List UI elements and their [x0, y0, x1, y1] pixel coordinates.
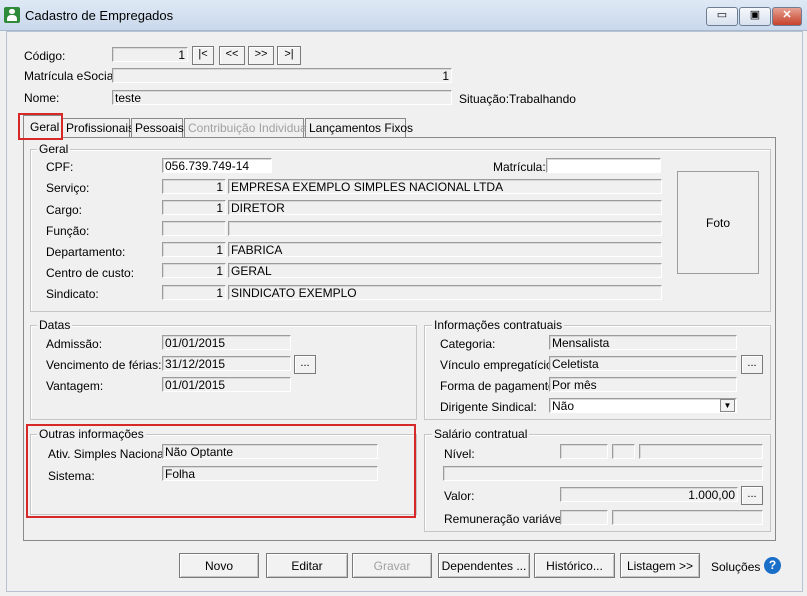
valor-label: Valor: — [444, 489, 475, 503]
servico-code-field[interactable]: 1 — [162, 179, 226, 194]
listagem-button[interactable]: Listagem >> — [620, 553, 700, 578]
matricula-label: Matrícula: — [493, 160, 546, 174]
cpf-label: CPF: — [46, 160, 74, 174]
maximize-icon: ▣ — [749, 9, 761, 21]
vencimento-ferias-ellipsis-button[interactable]: ... — [294, 355, 316, 374]
funcao-code-field[interactable] — [162, 221, 226, 236]
valor-field[interactable]: 1.000,00 — [560, 487, 738, 502]
departamento-code-field[interactable]: 1 — [162, 242, 226, 257]
vencimento-ferias-field[interactable]: 31/12/2015 — [162, 356, 291, 371]
vantagem-label: Vantagem: — [46, 379, 104, 393]
vinculo-label: Vínculo empregatício: — [440, 358, 557, 372]
servico-label: Serviço: — [46, 181, 90, 195]
foto-box[interactable]: Foto — [677, 171, 759, 274]
centro-custo-name-field[interactable]: GERAL — [228, 263, 662, 278]
foto-label: Foto — [705, 215, 730, 230]
forma-pagamento-field[interactable]: Por mês — [549, 377, 737, 392]
solucoes-link[interactable]: Soluções — [711, 560, 760, 574]
minimize-icon: ▭ — [716, 9, 728, 21]
sindicato-name-field[interactable]: SINDICATO EXEMPLO — [228, 285, 662, 300]
nivel-field-2[interactable] — [612, 444, 635, 459]
window-title: Cadastro de Empregados — [25, 8, 174, 23]
cargo-label: Cargo: — [46, 203, 83, 217]
close-icon: ✕ — [782, 9, 792, 21]
cpf-field[interactable]: 056.739.749-14 — [162, 158, 272, 173]
matricula-esocial-field[interactable]: 1 — [112, 68, 452, 83]
admissao-label: Admissão: — [46, 337, 103, 351]
servico-name-field[interactable]: EMPRESA EXEMPLO SIMPLES NACIONAL LTDA — [228, 179, 662, 194]
centro-custo-code-field[interactable]: 1 — [162, 263, 226, 278]
codigo-label: Código: — [24, 49, 66, 63]
nivel-label: Nível: — [444, 447, 475, 461]
highlight-geral-tab — [18, 113, 63, 140]
nome-field[interactable]: teste — [112, 90, 452, 105]
vinculo-ellipsis-button[interactable]: ... — [741, 355, 763, 374]
app-user-icon — [4, 7, 20, 23]
funcao-label: Função: — [46, 224, 90, 238]
vantagem-field[interactable]: 01/01/2015 — [162, 377, 291, 392]
datas-group-title: Datas — [37, 318, 73, 332]
gravar-button[interactable]: Gravar — [352, 553, 432, 578]
categoria-field[interactable]: Mensalista — [549, 335, 737, 350]
vencimento-ferias-label: Vencimento de férias: — [46, 358, 162, 372]
salario-contratual-title: Salário contratual — [432, 427, 530, 441]
dirigente-sindical-select[interactable]: Não — [549, 398, 737, 413]
remuneracao-variavel-label: Remuneração variável: — [444, 512, 568, 526]
tab-profissionais[interactable]: Profissionais — [62, 118, 134, 137]
remuneracao-field-2[interactable] — [612, 510, 763, 525]
remuneracao-field-1[interactable] — [560, 510, 608, 525]
cargo-code-field[interactable]: 1 — [162, 200, 226, 215]
admissao-field[interactable]: 01/01/2015 — [162, 335, 291, 350]
nav-last-button[interactable]: >| — [277, 46, 301, 65]
nivel-field-1[interactable] — [560, 444, 608, 459]
sindicato-label: Sindicato: — [46, 287, 99, 301]
codigo-field[interactable]: 1 — [112, 47, 188, 62]
situacao-label: Situação: — [459, 92, 510, 106]
novo-button[interactable]: Novo — [179, 553, 259, 578]
help-icon[interactable]: ? — [764, 557, 781, 574]
historico-button[interactable]: Histórico... — [534, 553, 615, 578]
nome-label: Nome: — [24, 91, 60, 105]
vinculo-field[interactable]: Celetista — [549, 356, 737, 371]
valor-ellipsis-button[interactable]: ... — [741, 486, 763, 505]
informacoes-contratuais-title: Informações contratuais — [432, 318, 565, 332]
sindicato-code-field[interactable]: 1 — [162, 285, 226, 300]
dependentes-button[interactable]: Dependentes ... — [438, 553, 530, 578]
departamento-label: Departamento: — [46, 245, 126, 259]
close-button[interactable]: ✕ — [772, 7, 802, 26]
geral-group-title: Geral — [37, 142, 71, 156]
nav-prev-button[interactable]: << — [219, 46, 245, 65]
highlight-outras-informacoes — [26, 424, 416, 518]
editar-button[interactable]: Editar — [266, 553, 348, 578]
departamento-name-field[interactable]: FABRICA — [228, 242, 662, 257]
nav-first-button[interactable]: |< — [192, 46, 214, 65]
nivel-description-field[interactable] — [443, 466, 763, 481]
tab-lancamentos-fixos[interactable]: Lançamentos Fixos — [305, 118, 413, 137]
cargo-name-field[interactable]: DIRETOR — [228, 200, 662, 215]
nivel-field-3[interactable] — [639, 444, 763, 459]
minimize-button[interactable]: ▭ — [706, 7, 738, 26]
maximize-button[interactable]: ▣ — [739, 7, 771, 26]
situacao-value: Trabalhando — [509, 92, 576, 106]
title-bar: Cadastro de Empregados ▭ ▣ ✕ — [0, 0, 807, 31]
centro-custo-label: Centro de custo: — [46, 266, 135, 280]
forma-pagamento-label: Forma de pagamento: — [440, 379, 559, 393]
categoria-label: Categoria: — [440, 337, 496, 351]
tab-pessoais[interactable]: Pessoais — [131, 118, 184, 137]
chevron-down-icon[interactable]: ▼ — [720, 399, 735, 412]
dirigente-sindical-label: Dirigente Sindical: — [440, 400, 537, 414]
nav-next-button[interactable]: >> — [248, 46, 274, 65]
matricula-esocial-label: Matrícula eSocial: — [24, 69, 120, 83]
matricula-field[interactable] — [546, 158, 661, 173]
funcao-name-field[interactable] — [228, 221, 662, 236]
tab-contribuicao-individual[interactable]: Contribuição Individual — [184, 118, 309, 137]
